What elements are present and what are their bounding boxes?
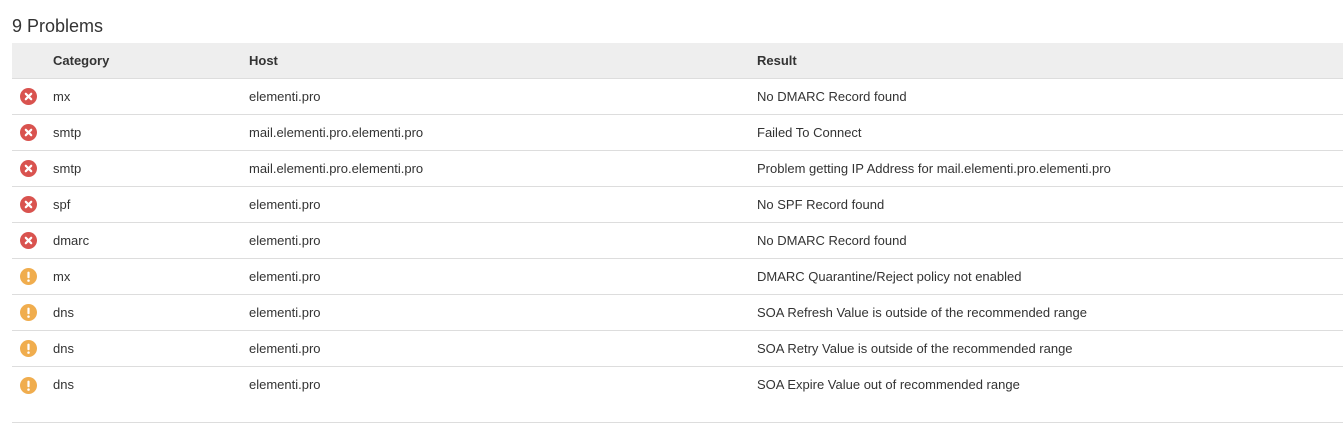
host-cell: mail.elementi.pro.elementi.pro [249, 160, 424, 176]
warning-icon [19, 304, 37, 321]
result-cell: Problem getting IP Address for mail.elem… [757, 160, 1111, 176]
status-cell [12, 304, 53, 321]
result-cell: SOA Expire Value out of recommended rang… [757, 377, 1020, 392]
table-row[interactable]: dns elementi.pro SOA Refresh Value is outs… [12, 295, 1343, 331]
table-row[interactable]: dns elementi.pro SOA Expire Value out of r… [12, 367, 1343, 403]
host-cell: elementi.pro [249, 304, 321, 320]
result-cell: DMARC Quarantine/Reject policy not enabl… [757, 268, 1022, 284]
table-row[interactable]: mx elementi.pro No DMARC Record found [12, 79, 1343, 115]
category-cell: mx [53, 268, 71, 284]
table-row[interactable]: spf elementi.pro No SPF Record found [12, 187, 1343, 223]
problems-title: 9 Problems [12, 16, 104, 36]
table-row[interactable]: smtp mail.elementi.pro.elementi.pro Failed… [12, 115, 1343, 151]
warning-icon [19, 268, 37, 285]
bottom-divider [12, 422, 1343, 423]
host-cell: elementi.pro [249, 88, 321, 104]
warning-icon [19, 340, 37, 357]
problems-panel: 9 Problems Category Host Result mx elemen… [0, 0, 1343, 433]
result-cell: SOA Retry Value is outside of the recomm… [757, 340, 1073, 356]
category-cell: dns [53, 304, 74, 320]
error-icon [19, 232, 37, 249]
status-cell [12, 232, 53, 249]
status-cell [12, 340, 53, 357]
header-result[interactable]: Result [757, 53, 1343, 69]
category-cell: dmarc [53, 232, 90, 248]
category-cell: smtp [53, 160, 82, 176]
table-row[interactable]: dmarc elementi.pro No DMARC Record found [12, 223, 1343, 259]
status-cell [12, 160, 53, 177]
table-row[interactable]: smtp mail.elementi.pro.elementi.pro Proble… [12, 151, 1343, 187]
host-cell: elementi.pro [249, 340, 321, 356]
category-cell: dns [53, 377, 74, 392]
host-cell: mail.elementi.pro.elementi.pro [249, 124, 424, 140]
category-cell: spf [53, 196, 71, 212]
result-cell: No SPF Record found [757, 196, 885, 212]
result-cell: No DMARC Record found [757, 88, 907, 104]
header-host[interactable]: Host [249, 53, 757, 69]
warning-icon [19, 376, 37, 394]
error-icon [19, 124, 37, 141]
category-cell: dns [53, 340, 74, 356]
host-cell: elementi.pro [249, 268, 321, 284]
status-cell [12, 268, 53, 285]
status-cell [12, 88, 53, 105]
header-category[interactable]: Category [53, 53, 249, 69]
category-cell: smtp [53, 124, 82, 140]
result-cell: No DMARC Record found [757, 232, 907, 248]
status-cell [12, 376, 53, 394]
error-icon [19, 196, 37, 213]
result-cell: SOA Refresh Value is outside of the reco… [757, 304, 1088, 320]
table-row[interactable]: dns elementi.pro SOA Retry Value is outsid… [12, 331, 1343, 367]
problems-table: Category Host Result mx elementi.pro No DM… [12, 43, 1343, 403]
host-cell: elementi.pro [249, 377, 321, 392]
table-body: mx elementi.pro No DMARC Record found smtp m… [12, 79, 1343, 403]
result-cell: Failed To Connect [757, 124, 862, 140]
error-icon [19, 160, 37, 177]
status-cell [12, 124, 53, 141]
table-row[interactable]: mx elementi.pro DMARC Quarantine/Reject po… [12, 259, 1343, 295]
host-cell: elementi.pro [249, 232, 321, 248]
category-cell: mx [53, 88, 71, 104]
table-header: Category Host Result [12, 43, 1343, 79]
error-icon [19, 88, 37, 105]
host-cell: elementi.pro [249, 196, 321, 212]
status-cell [12, 196, 53, 213]
